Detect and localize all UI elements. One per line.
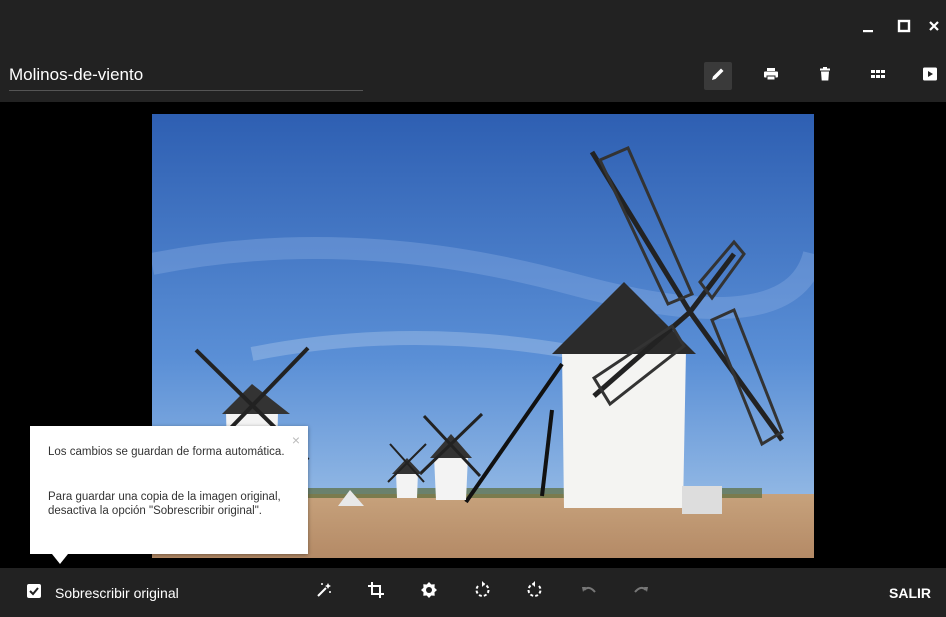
brightness-icon xyxy=(420,581,438,604)
rotate-right-button[interactable] xyxy=(523,580,547,604)
autosave-tooltip: × Los cambios se guardan de forma automá… xyxy=(30,426,308,564)
tooltip-autosave-text: Los cambios se guardan de forma automáti… xyxy=(48,446,285,458)
edit-button[interactable] xyxy=(704,62,732,90)
minimize-icon[interactable] xyxy=(858,16,878,36)
tooltip-overwrite-hint: Para guardar una copia de la imagen orig… xyxy=(48,491,281,517)
editor-toolbar xyxy=(0,50,946,102)
rotate-left-button[interactable] xyxy=(470,580,494,604)
filename-field-wrapper xyxy=(9,64,363,91)
print-icon xyxy=(763,66,779,87)
rotate-right-icon xyxy=(526,580,544,604)
crop-button[interactable] xyxy=(364,580,388,604)
slideshow-button[interactable] xyxy=(916,62,944,90)
crop-icon xyxy=(367,581,385,604)
edit-icon xyxy=(710,66,726,87)
maximize-icon[interactable] xyxy=(894,16,914,36)
grid-icon xyxy=(870,66,886,87)
print-button[interactable] xyxy=(757,62,785,90)
undo-icon xyxy=(580,581,598,604)
slideshow-icon xyxy=(922,66,938,87)
rotate-left-icon xyxy=(473,580,491,604)
auto-fix-icon xyxy=(315,581,333,604)
undo-button[interactable] xyxy=(577,580,601,604)
redo-icon xyxy=(632,581,650,604)
tooltip-close-icon[interactable]: × xyxy=(292,432,300,448)
overwrite-original-label[interactable]: Sobrescribir original xyxy=(55,585,179,601)
checkmark-icon xyxy=(29,587,39,596)
filename-input[interactable] xyxy=(9,64,363,86)
tooltip-arrow xyxy=(52,554,68,564)
brightness-button[interactable] xyxy=(417,580,441,604)
delete-button[interactable] xyxy=(811,62,839,90)
auto-fix-button[interactable] xyxy=(312,580,336,604)
delete-icon xyxy=(817,66,833,87)
close-icon[interactable] xyxy=(924,16,944,36)
grid-view-button[interactable] xyxy=(864,62,892,90)
editor-bottombar: Sobrescribir original SALIR xyxy=(0,568,946,617)
window-titlebar xyxy=(0,0,946,50)
exit-button[interactable]: SALIR xyxy=(889,585,931,601)
overwrite-original-checkbox[interactable] xyxy=(27,584,41,598)
redo-button[interactable] xyxy=(629,580,653,604)
